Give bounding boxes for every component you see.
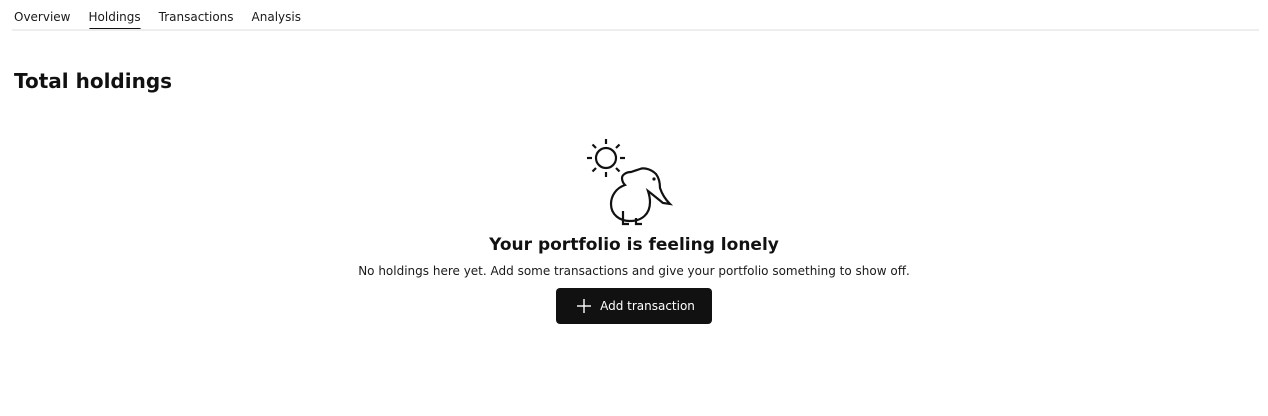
sun-icon bbox=[587, 139, 625, 177]
plus-icon bbox=[577, 299, 592, 313]
sun-and-kiwi-bird-icon bbox=[587, 139, 674, 226]
empty-state: Your portfolio is feeling lonely No hold… bbox=[0, 136, 1268, 324]
add-transaction-button[interactable]: Add transaction bbox=[556, 288, 712, 324]
empty-state-text: No holdings here yet. Add some transacti… bbox=[358, 264, 910, 278]
tab-analysis[interactable]: Analysis bbox=[252, 0, 301, 24]
add-transaction-label: Add transaction bbox=[600, 299, 695, 313]
tab-transactions[interactable]: Transactions bbox=[159, 0, 234, 24]
empty-state-title: Your portfolio is feeling lonely bbox=[489, 235, 779, 255]
tab-bar: Overview Holdings Transactions Analysis bbox=[14, 0, 319, 32]
tab-bar-divider bbox=[12, 29, 1259, 31]
kiwi-bird-icon bbox=[609, 167, 674, 226]
tab-overview[interactable]: Overview bbox=[14, 0, 71, 24]
page: Overview Holdings Transactions Analysis … bbox=[0, 0, 1268, 416]
tab-holdings[interactable]: Holdings bbox=[88, 0, 141, 31]
page-title: Total holdings bbox=[14, 69, 173, 93]
